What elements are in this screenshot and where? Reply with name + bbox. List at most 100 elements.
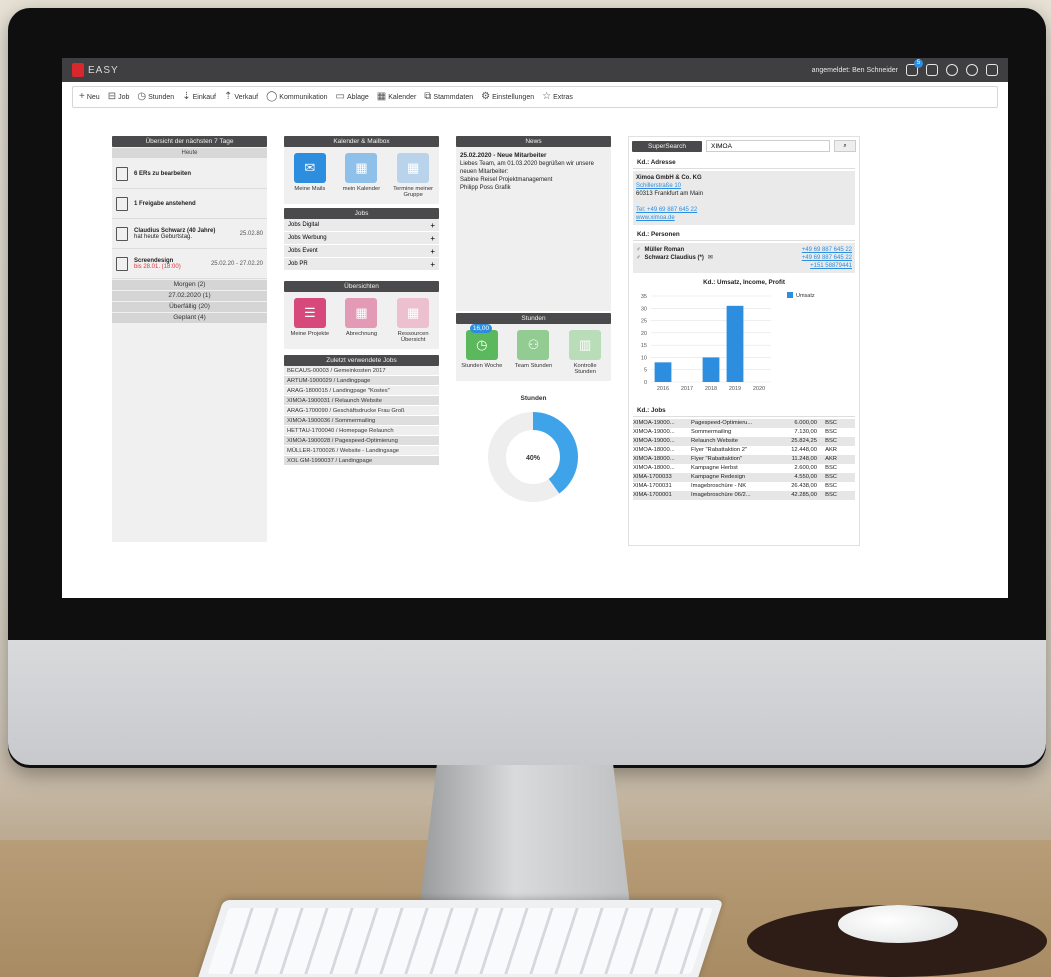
toolbar-label: Stammdaten <box>433 93 474 101</box>
recent-job-item[interactable]: XIMOA-1900028 / Pagespeed-Optimierung <box>284 436 439 446</box>
person-phone-2[interactable]: +151 58879441 <box>810 262 852 270</box>
person-row[interactable]: ♂ Müller Roman +49 69 887 645 22 <box>636 246 852 254</box>
task-icon <box>116 166 128 181</box>
toolbar-item-job[interactable]: ⊟ Job <box>108 92 130 102</box>
job-table-row[interactable]: XIMOA-18000... Kampagne Herbst 2.600,00 BSC <box>633 464 855 473</box>
recent-job-item[interactable]: ARAG-1800015 / Landingpage "Kostes" <box>284 386 439 396</box>
job-table-row[interactable]: XIMOA-19000... Relaunch Website 25.824,25 B… <box>633 437 855 446</box>
news-name-2: Philipp Poss Grafik <box>460 185 511 191</box>
expand-plus-icon[interactable]: + <box>430 245 435 257</box>
team-hours-tile[interactable]: ⚇ Team Stunden <box>511 330 555 375</box>
help-icon[interactable] <box>966 64 978 76</box>
supersearch-input[interactable] <box>706 140 830 152</box>
jobs-category[interactable]: Jobs Werbung + <box>284 232 439 245</box>
toolbar-item-einstellungen[interactable]: ⚙ Einstellungen <box>481 92 534 102</box>
task-item[interactable]: 1 Freigabe anstehend <box>112 189 267 219</box>
grid-icon: ▦ <box>397 298 430 328</box>
task-item[interactable]: Screendesign bis 28.01. (18:00) 25.02.20 -… <box>112 249 267 279</box>
resources-tile[interactable]: ▦ Ressourcen Übersicht <box>391 298 435 343</box>
recent-job-item[interactable]: XIMOA-1900031 / Relaunch Website <box>284 396 439 406</box>
x-tick-label: 2016 <box>657 386 669 392</box>
street-link[interactable]: Schillerstraße 10 <box>636 183 681 189</box>
toolbar-item-stunden[interactable]: ◷ Stunden <box>137 92 174 102</box>
expand-plus-icon[interactable]: + <box>430 232 435 244</box>
my-calendar-tile[interactable]: ▦ mein Kalender <box>339 153 383 198</box>
recent-job-item[interactable]: XIMOA-1900036 / Sommermailing <box>284 416 439 426</box>
toolbar-item-einkauf[interactable]: ⇣ Einkauf <box>182 92 216 102</box>
toolbar-item-extras[interactable]: ☆ Extras <box>542 92 573 102</box>
my-mails-tile[interactable]: ✉ Meine Mails <box>288 153 332 198</box>
my-calendar-label: mein Kalender <box>342 186 381 192</box>
refresh-icon[interactable] <box>946 64 958 76</box>
group-calendar-tile[interactable]: ▦ Termine meiner Gruppe <box>391 153 435 198</box>
team-hours-label: Team Stunden <box>514 363 553 369</box>
recent-job-item[interactable]: ARAG-1700090 / Geschäftsdrucke Frau Groß <box>284 406 439 416</box>
control-hours-tile[interactable]: ▥ Kontrolle Stunden <box>563 330 607 375</box>
job-table-row[interactable]: XIMOA-19000... Pagespeed-Optimieru... 6.00… <box>633 419 855 428</box>
job-currency: BSC <box>825 474 837 480</box>
toolbar-item-kalender[interactable]: ▦ Kalender <box>377 92 416 102</box>
screen: EASY angemeldet: Ben Schneider 5 + Neu ⊟ Jo… <box>62 58 1008 598</box>
recent-job-item[interactable]: ARTUM-1900029 / Landingpage <box>284 376 439 386</box>
toolbar-item-stammdaten[interactable]: ⧉ Stammdaten <box>424 92 473 102</box>
person-phone[interactable]: +49 69 887 645 22 <box>802 254 852 262</box>
logout-icon[interactable] <box>986 64 998 76</box>
home-icon[interactable] <box>926 64 938 76</box>
recent-job-item[interactable]: MÜLLER-1700026 / Website - Landingsage <box>284 446 439 456</box>
hours-title: Stunden <box>456 313 611 324</box>
y-tick-label: 10 <box>641 355 647 361</box>
person-row[interactable]: ♂ Schwarz Claudius (*) ✉ +49 69 887 645 … <box>636 254 852 262</box>
job-id: XIMOA-19000... <box>633 438 675 444</box>
www-link[interactable]: www.ximoa.de <box>636 215 675 221</box>
task-item[interactable]: 6 ERs zu bearbeiten <box>112 159 267 189</box>
summary-row[interactable]: 27.02.2020 (1) <box>112 291 267 301</box>
summary-row[interactable]: Morgen (2) <box>112 280 267 290</box>
my-projects-tile[interactable]: ☰ Meine Projekte <box>288 298 332 343</box>
job-currency: AKR <box>825 447 837 453</box>
jobs-category[interactable]: Job PR + <box>284 258 439 271</box>
recent-job-item[interactable]: BECAUS-00003 / Gemeinkosten 2017 <box>284 366 439 376</box>
jobs-category[interactable]: Jobs Event + <box>284 245 439 258</box>
billing-tile[interactable]: ▦ Abrechnung <box>339 298 383 343</box>
person-phone[interactable]: +49 69 887 645 22 <box>802 246 852 254</box>
tel-link[interactable]: Tel: +49 69 887 645 22 <box>636 207 697 213</box>
bar-2019 <box>726 305 744 382</box>
news-headline: 25.02.2020 - Neue Mitarbeiter <box>460 152 547 159</box>
search-icon[interactable]: ⌕ <box>834 140 856 152</box>
job-table-row[interactable]: XIMA-1700001 Imagebroschüre 06/2... 42.285… <box>633 491 855 500</box>
today-header[interactable]: Heute <box>112 148 267 158</box>
toolbar-item-ablage[interactable]: ▭ Ablage <box>336 92 369 102</box>
toolbar-item-neu[interactable]: + Neu <box>79 92 100 102</box>
recent-job-item[interactable]: HETTAU-1700040 / Homepage Relaunch <box>284 426 439 436</box>
task-item[interactable]: Claudius Schwarz (40 Jahre) hat heute Geb… <box>112 219 267 249</box>
job-table-row[interactable]: XIMOA-18000... Flyer "Rabattaktion 2" 12.4… <box>633 446 855 455</box>
job-table-row[interactable]: XIMOA-19000... Sommermailing 7.130,00 BSC <box>633 428 855 437</box>
job-table-row[interactable]: XIMOA-18000... Flyer "Rabattaktion" 11.248… <box>633 455 855 464</box>
job-table-row[interactable]: XIMA-1700031 Imagebroschüre - NK 26.438,00… <box>633 482 855 491</box>
job-name: Imagebroschüre - NK <box>691 483 747 489</box>
expand-plus-icon[interactable]: + <box>430 258 435 270</box>
dashboard: Übersicht der nächsten 7 Tage Heute 6 ER… <box>62 128 1008 598</box>
persons-box: ♂ Müller Roman +49 69 887 645 22 ♂ Schwa… <box>633 243 855 273</box>
expand-plus-icon[interactable]: + <box>430 219 435 231</box>
summary-row[interactable]: Geplant (4) <box>112 313 267 323</box>
x-tick-label: 2019 <box>729 386 741 392</box>
legend-label: Umsatz <box>796 293 815 299</box>
toolbar-item-kommunikation[interactable]: ◯ Kommunikation <box>266 92 327 102</box>
mail-icon: ✉ <box>293 153 326 183</box>
jobs-category[interactable]: Jobs Digital + <box>284 219 439 232</box>
mail-icon[interactable]: 5 <box>906 59 923 76</box>
toolbar-item-verkauf[interactable]: ⇡ Verkauf <box>224 92 258 102</box>
job-name: Kampagne Redesign <box>691 474 746 480</box>
toolbar-label: Kommunikation <box>279 93 328 101</box>
person-name: Müller Roman <box>644 247 685 253</box>
summary-row[interactable]: Überfällig (20) <box>112 302 267 312</box>
envelope-icon[interactable]: ✉ <box>708 254 713 262</box>
recent-job-item[interactable]: XOL GM-1990037 / Landingpage <box>284 456 439 466</box>
clock-icon: ◷ <box>137 91 147 102</box>
weekly-hours-tile[interactable]: 16,00 ◷ Stunden Woche <box>460 324 504 375</box>
list-icon: ☰ <box>293 298 326 328</box>
app-logo[interactable]: EASY <box>72 63 119 77</box>
toolbar-label: Verkauf <box>234 93 259 101</box>
job-table-row[interactable]: XIMA-1700033 Kampagne Redesign 4.550,00 BSC <box>633 473 855 482</box>
